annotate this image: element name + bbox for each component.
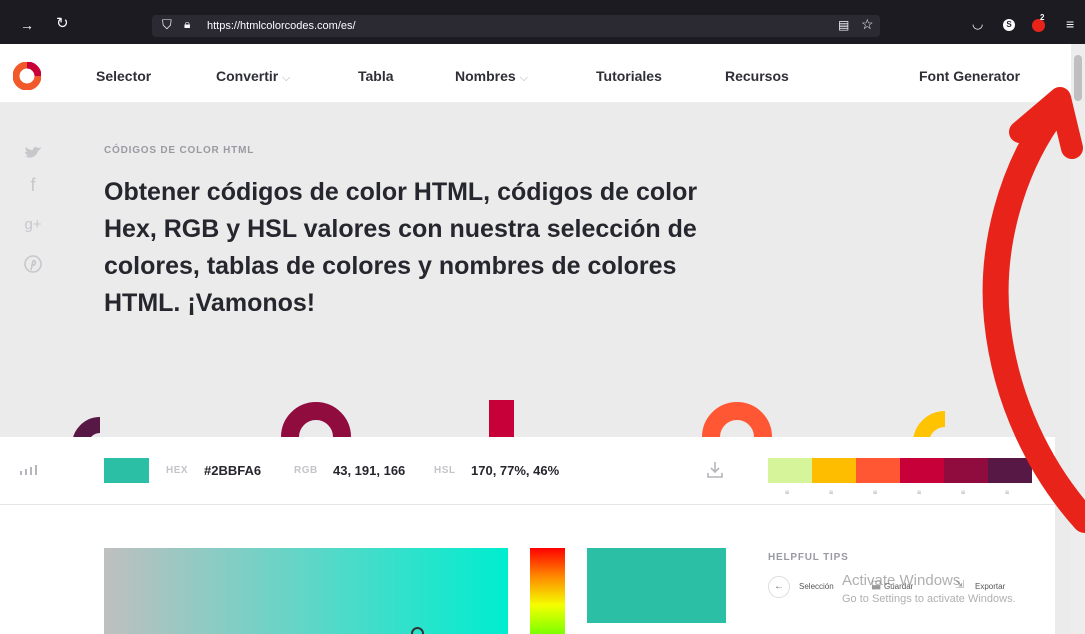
nav-tabla[interactable]: Tabla (358, 68, 394, 84)
nav-convertir-label: Convertir (216, 68, 279, 84)
facebook-icon[interactable]: f (22, 175, 44, 196)
twitter-icon[interactable] (22, 144, 44, 162)
hero-label: CÓDIGOS DE COLOR HTML (104, 145, 255, 156)
nav-nombres-label: Nombres (455, 68, 516, 84)
shield-icon[interactable]: ⛉ (162, 18, 172, 32)
forward-icon[interactable]: → (20, 18, 34, 32)
saturation-picker[interactable] (104, 548, 508, 634)
hex-label: HEX (166, 465, 189, 476)
rgb-label: RGB (294, 465, 318, 476)
nav-nombres[interactable]: Nombres ⌵ (455, 68, 528, 85)
chevron-down-icon: ⌵ (282, 72, 291, 84)
pocket-icon[interactable]: ◡ (972, 17, 983, 31)
hsl-label: HSL (434, 465, 456, 476)
reader-icon[interactable]: ▤ (838, 18, 849, 32)
lock-icon: 🔒︎ (184, 17, 191, 31)
arrow-left-icon[interactable]: ← (768, 576, 790, 598)
palette-swatch[interactable] (856, 458, 900, 483)
profile-icon[interactable]: S (1003, 19, 1015, 31)
palette-swatch[interactable] (900, 458, 944, 483)
palette-swatch[interactable] (768, 458, 812, 483)
scrollbar-thumb[interactable] (1074, 55, 1082, 101)
palette-lock-icon[interactable]: 🔒︎ (873, 487, 877, 497)
scrollbar-track[interactable] (1071, 44, 1085, 634)
shape-mask-left (100, 395, 140, 440)
download-icon[interactable] (706, 461, 724, 479)
palette-lock-icon[interactable]: 🔒︎ (829, 487, 833, 497)
bookmark-star-icon[interactable]: ☆ (861, 17, 874, 31)
palette-lock-icon[interactable]: 🔒︎ (1005, 487, 1009, 497)
pinterest-icon[interactable] (24, 255, 42, 273)
palette-swatch[interactable] (988, 458, 1032, 483)
logo[interactable] (13, 62, 41, 90)
google-plus-icon[interactable]: g+ (22, 216, 44, 233)
reload-icon[interactable]: ↻ (56, 16, 69, 31)
nav-tutoriales[interactable]: Tutoriales (596, 68, 662, 84)
activate-windows-title: Activate Windows (842, 572, 961, 589)
nav-font-generator[interactable]: Font Generator (919, 68, 1020, 84)
color-swatch[interactable] (104, 458, 149, 483)
chart-icon[interactable] (20, 465, 40, 475)
color-palette (768, 458, 1032, 483)
tip-seleccion: Selección (799, 582, 834, 591)
color-preview (587, 548, 726, 623)
rgb-value[interactable]: 43, 191, 166 (333, 463, 405, 478)
hero-title: Obtener códigos de color HTML, códigos d… (104, 178, 698, 317)
hex-value[interactable]: #2BBFA6 (204, 463, 261, 478)
shape-donut-orange (702, 402, 772, 440)
decorative-shapes (72, 395, 1005, 440)
tip-exportar: Exportar (975, 582, 1006, 591)
hsl-value[interactable]: 170, 77%, 46% (471, 463, 559, 478)
palette-swatch[interactable] (812, 458, 856, 483)
nav-recursos[interactable]: Recursos (725, 68, 789, 84)
shape-donut-maroon (281, 402, 351, 440)
palette-lock-icon[interactable]: 🔒︎ (785, 487, 789, 497)
hue-slider[interactable] (530, 548, 565, 634)
nav-convertir[interactable]: Convertir ⌵ (216, 68, 290, 85)
shape-bar-red (489, 400, 514, 440)
url-text[interactable]: https://htmlcolorcodes.com/es/ (207, 20, 356, 32)
menu-icon[interactable]: ≡ (1066, 17, 1074, 31)
nav-selector[interactable]: Selector (96, 68, 151, 84)
tips-title: HELPFUL TIPS (768, 552, 849, 563)
picker-handle[interactable] (411, 627, 424, 634)
palette-swatch[interactable] (944, 458, 988, 483)
palette-lock-icon[interactable]: 🔒︎ (917, 487, 921, 497)
shape-mask-right (945, 395, 1005, 440)
chevron-down-icon: ⌵ (519, 72, 528, 84)
activate-windows-subtitle: Go to Settings to activate Windows. (842, 593, 1016, 605)
notification-badge: 2 (1040, 13, 1045, 22)
palette-lock-icon[interactable]: 🔒︎ (961, 487, 965, 497)
